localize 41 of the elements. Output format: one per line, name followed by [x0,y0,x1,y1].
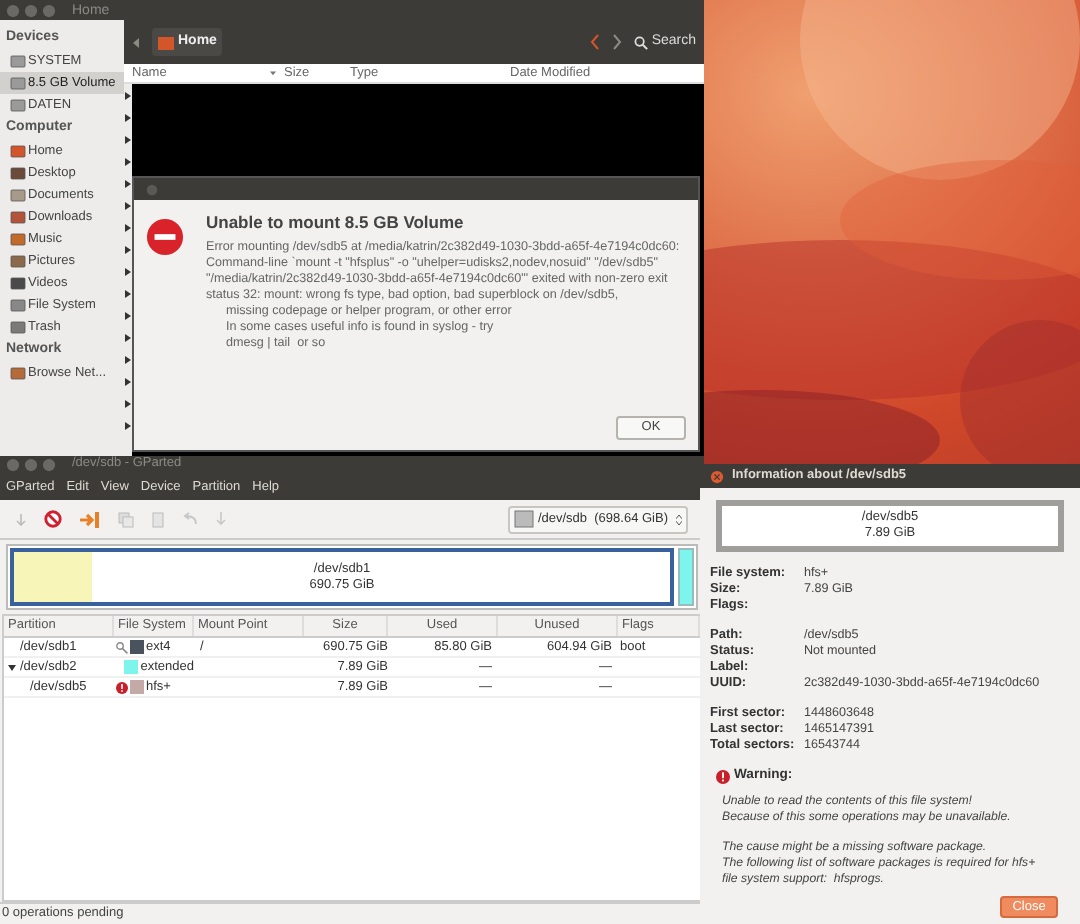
pictures-folder-icon [10,254,26,268]
expander-icon[interactable] [124,246,132,254]
warning-icon [116,681,128,693]
expander-icon[interactable] [124,92,132,100]
expander-icon[interactable] [124,268,132,276]
drive-icon [513,510,534,528]
expander-icon[interactable] [124,356,132,364]
desktop-folder-icon [10,166,26,180]
error-icon [146,218,184,256]
close-icon[interactable] [710,469,724,483]
home-folder-icon [10,144,26,158]
document-folder-icon [10,188,26,202]
home-folder-icon [158,35,174,49]
delete-icon[interactable] [44,510,62,528]
drive-icon [10,298,26,312]
expander-icon[interactable] [124,180,132,188]
expander-icon[interactable] [124,422,132,430]
expander-icon[interactable] [124,312,132,320]
expander-icon[interactable] [124,378,132,386]
sort-icon [270,70,276,76]
expander-icon[interactable] [124,202,132,210]
expander-icon[interactable] [124,224,132,232]
network-folder-icon [10,366,26,380]
expander-icon[interactable] [8,663,16,671]
forward-icon[interactable] [611,34,622,50]
warning-icon [716,769,730,784]
expander-icon[interactable] [124,334,132,342]
back-icon[interactable] [589,34,600,50]
expander-icon[interactable] [124,400,132,408]
expander-icon[interactable] [124,290,132,298]
expander-icon[interactable] [124,158,132,166]
dialog-title: Unable to mount 8.5 GB Volume [206,210,466,234]
download-folder-icon [10,210,26,224]
video-folder-icon [10,276,26,290]
expander-icon[interactable] [124,136,132,144]
left-arrow-icon[interactable] [132,37,140,47]
updown-icon [676,513,682,525]
expander-icon[interactable] [124,114,132,122]
music-folder-icon [10,232,26,246]
search-icon [633,35,648,49]
trash-icon [10,320,26,334]
